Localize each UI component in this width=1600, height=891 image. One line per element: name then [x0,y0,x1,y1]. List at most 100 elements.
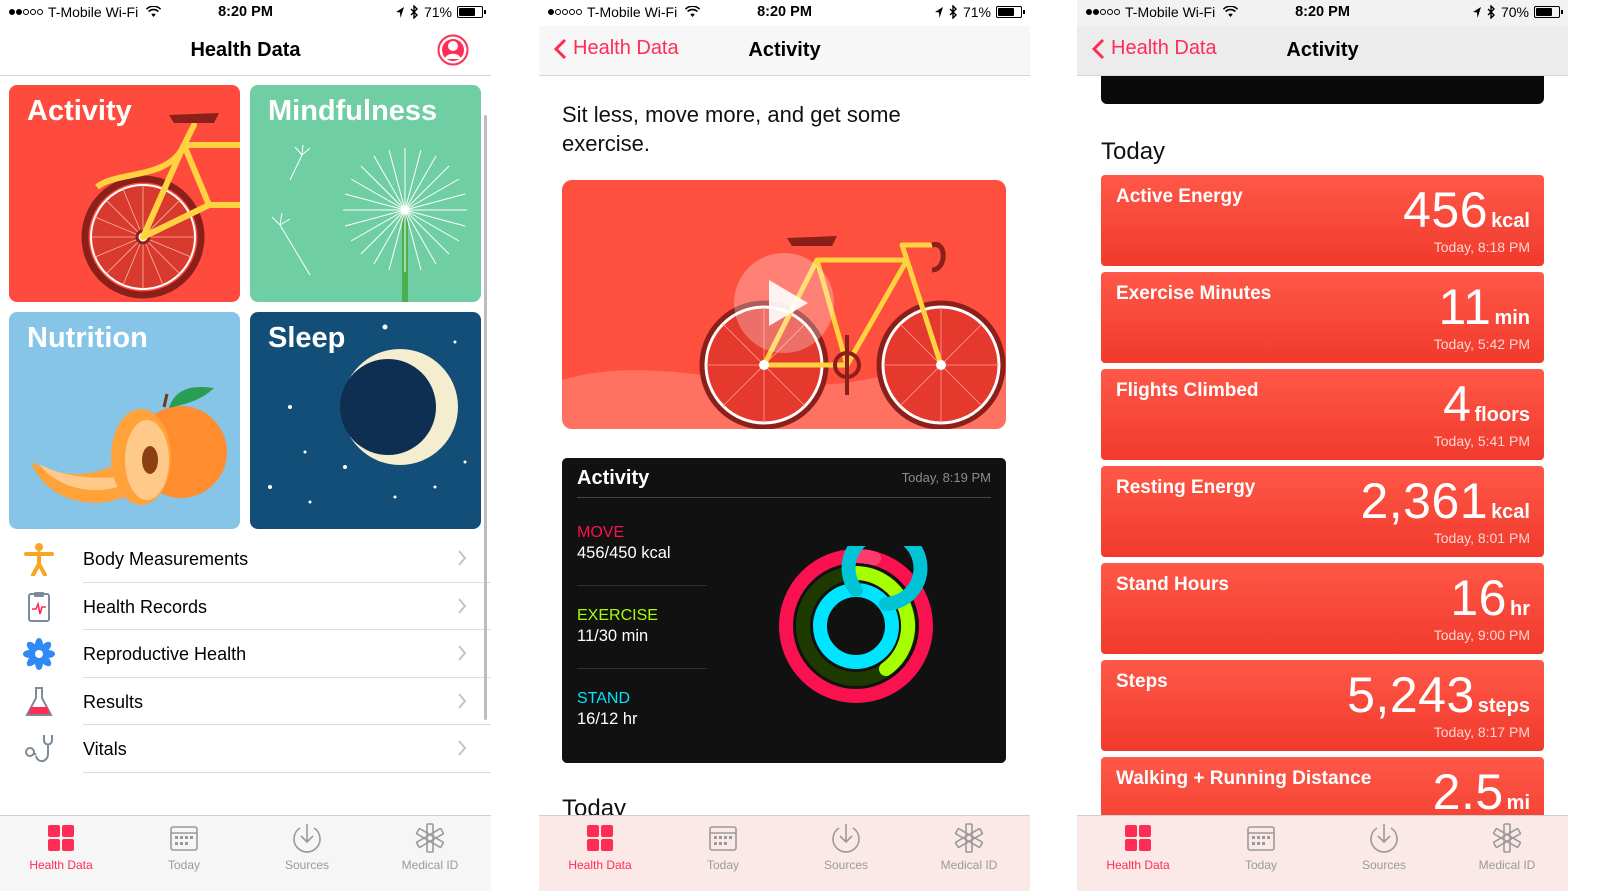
tab-label: Sources [284,858,330,872]
profile-icon[interactable] [437,34,469,66]
flower-icon [23,638,55,670]
metric-card-active-energy[interactable]: Active Energy 456 kcal Today, 8:18 PM [1101,175,1544,266]
metric-name: Flights Climbed [1116,380,1259,401]
calendar-icon [709,826,737,851]
tab-today[interactable]: Today [1216,822,1306,872]
tab-bar: Health Data Today Sources Medical ID [0,815,491,891]
nav-bar: Health Data Activity [1077,26,1568,76]
bluetooth-icon [410,5,418,19]
tab-sources[interactable]: Sources [801,822,891,872]
category-row-body-measurements[interactable]: Body Measurements [0,535,491,583]
category-description: Sit less, move more, and get some exerci… [562,102,901,156]
bluetooth-icon [949,5,957,19]
battery-icon [996,6,1025,18]
tile-activity[interactable]: Activity [9,85,240,302]
location-arrow-icon [934,6,943,18]
activity-card-bottom-edge [1101,76,1544,104]
location-arrow-icon [395,6,404,18]
category-row-health-records[interactable]: Health Records [0,583,491,630]
chevron-right-icon [458,597,467,614]
intro-video[interactable] [562,180,1006,429]
tile-label: Mindfulness [268,95,438,127]
metric-card-flights-climbed[interactable]: Flights Climbed 4 floors Today, 5:41 PM [1101,369,1544,460]
category-row-results[interactable]: Results [0,678,491,725]
metric-timestamp: Today, 5:41 PM [1433,433,1530,449]
page-title: Health Data [190,39,301,61]
status-right: 70% [1472,4,1563,20]
stat-label: STAND [577,690,631,707]
metric-unit: mi [1506,792,1530,814]
status-bar: T-Mobile Wi-Fi 8:20 PM 71% [539,0,1030,26]
stat-divider [577,668,707,669]
status-bar: T-Mobile Wi-Fi 8:20 PM 71% [0,0,491,26]
stat-move: MOVE 456/450 kcal [577,524,671,563]
battery-percent: 71% [423,4,452,20]
metric-value: 11 min [1439,278,1530,336]
grid-icon [587,825,613,851]
category-row-reproductive-health[interactable]: Reproductive Health [0,630,491,678]
metric-name: Stand Hours [1116,574,1229,595]
category-label: Vitals [83,739,127,759]
metric-value: 456 kcal [1403,181,1530,239]
tab-medical-id[interactable]: Medical ID [385,822,475,872]
metric-timestamp: Today, 5:42 PM [1433,336,1530,352]
category-label: Results [83,691,144,712]
tile-label: Activity [27,95,132,127]
nav-bar: Health Data Activity [539,26,1030,76]
stat-value: 16/12 hr [577,710,638,728]
tab-health-data[interactable]: Health Data [16,822,106,872]
metric-value: 2,361 kcal [1360,472,1530,530]
activity-rings-card[interactable]: Activity Today, 8:19 PM MOVE 456/450 kca… [562,458,1006,763]
metric-unit: steps [1477,695,1530,717]
metric-timestamp: Today, 9:00 PM [1433,627,1530,643]
tab-health-data[interactable]: Health Data [555,822,645,872]
flask-icon [25,686,53,716]
chevron-right-icon [458,645,467,661]
scrollbar[interactable] [484,115,487,720]
card-divider [577,497,991,498]
metric-card-exercise-minutes[interactable]: Exercise Minutes 11 min Today, 5:42 PM [1101,272,1544,363]
status-right: 71% [395,4,486,20]
metric-unit: kcal [1491,210,1530,232]
tab-health-data[interactable]: Health Data [1093,822,1183,872]
tile-sleep[interactable]: Sleep [250,312,481,529]
tab-sources[interactable]: Sources [1339,822,1429,872]
tab-label: Today [1244,858,1278,872]
tab-bar: Health Data Today Sources Medical ID [1077,815,1568,891]
tab-today[interactable]: Today [139,822,229,872]
tab-label: Health Data [29,858,93,872]
category-list: Body Measurements Health Records Reprodu… [0,535,491,773]
category-row-vitals[interactable]: Vitals [0,725,491,773]
status-bar: T-Mobile Wi-Fi 8:20 PM 70% [1077,0,1568,26]
chevron-right-icon [458,550,467,566]
metric-name: Exercise Minutes [1116,283,1272,304]
tab-label: Health Data [568,858,632,872]
metric-card-steps[interactable]: Steps 5,243 steps Today, 8:17 PM [1101,660,1544,751]
tab-today[interactable]: Today [678,822,768,872]
stat-label: MOVE [577,524,625,541]
person-figure-icon [24,543,54,576]
metric-number: 2.5 [1432,764,1504,820]
tab-label: Medical ID [401,858,459,872]
metric-card-stand-hours[interactable]: Stand Hours 16 hr Today, 9:00 PM [1101,563,1544,654]
tab-medical-id[interactable]: Medical ID [1462,822,1552,872]
metric-card-resting-energy[interactable]: Resting Energy 2,361 kcal Today, 8:01 PM [1101,466,1544,557]
tab-medical-id[interactable]: Medical ID [924,822,1014,872]
battery-icon [1534,6,1563,18]
tile-label: Sleep [268,322,346,354]
tile-nutrition[interactable]: Nutrition [9,312,240,529]
metric-value: 2.5 mi [1433,763,1530,821]
nav-bar: Health Data [0,26,491,76]
tab-sources[interactable]: Sources [262,822,352,872]
metric-number: 2,361 [1360,473,1489,529]
tile-label: Nutrition [27,322,148,354]
row-divider [83,771,491,773]
tile-mindfulness[interactable]: Mindfulness [250,85,481,302]
metric-unit: kcal [1491,501,1530,523]
tab-label: Medical ID [940,858,998,872]
metric-timestamp: Today, 8:18 PM [1433,239,1530,255]
metric-number: 11 [1438,279,1492,335]
card-title: Activity [577,467,650,489]
chevron-right-icon [458,692,467,709]
location-arrow-icon [1472,6,1481,18]
